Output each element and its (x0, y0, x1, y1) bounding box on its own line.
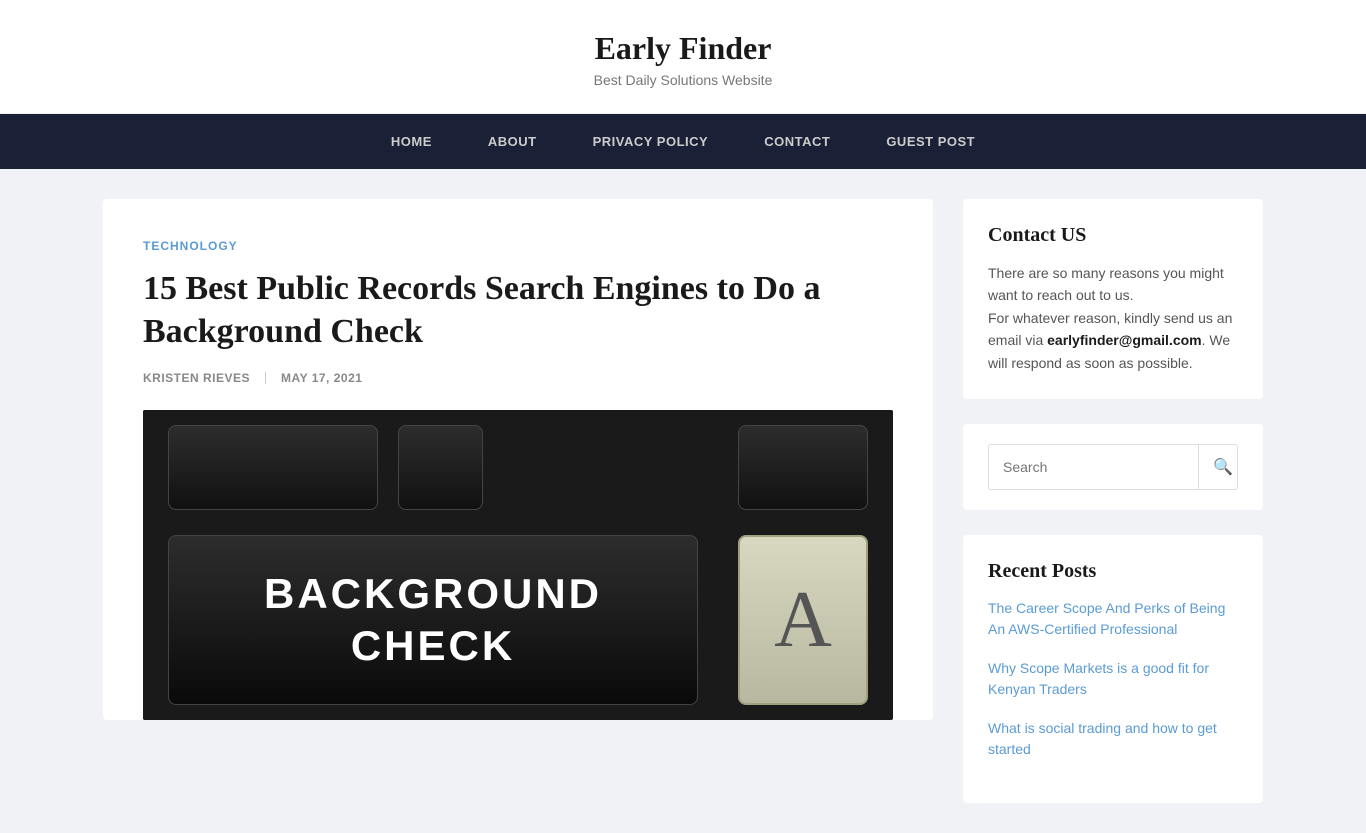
contact-widget: Contact US There are so many reasons you… (963, 199, 1263, 399)
search-button[interactable]: 🔍 (1198, 445, 1238, 489)
post-date: MAY 17, 2021 (281, 371, 362, 385)
post-title: 15 Best Public Records Search Engines to… (143, 268, 893, 353)
search-icon: 🔍 (1213, 459, 1233, 476)
recent-post-item-2: Why Scope Markets is a good fit for Keny… (988, 658, 1238, 700)
sidebar: Contact US There are so many reasons you… (963, 199, 1263, 803)
nav-about[interactable]: ABOUT (460, 114, 565, 169)
search-widget: 🔍 (963, 424, 1263, 510)
nav-home[interactable]: HOME (363, 114, 460, 169)
recent-post-item-1: The Career Scope And Perks of Being An A… (988, 598, 1238, 640)
post-category: TECHNOLOGY (143, 239, 893, 253)
site-header: Early Finder Best Daily Solutions Websit… (0, 0, 1366, 114)
post-author: KRISTEN RIEVES (143, 371, 250, 385)
recent-post-link-2[interactable]: Why Scope Markets is a good fit for Keny… (988, 660, 1209, 697)
featured-image: BACKGROUND CHECK A (143, 410, 893, 720)
recent-posts-widget: Recent Posts The Career Scope And Perks … (963, 535, 1263, 803)
search-box: 🔍 (988, 444, 1238, 490)
meta-divider (265, 372, 266, 384)
recent-post-item-3: What is social trading and how to get st… (988, 718, 1238, 760)
contact-text: There are so many reasons you might want… (988, 262, 1238, 374)
main-content: TECHNOLOGY 15 Best Public Records Search… (103, 199, 933, 720)
post-meta: KRISTEN RIEVES MAY 17, 2021 (143, 371, 893, 385)
search-input[interactable] (989, 447, 1198, 487)
recent-posts-title: Recent Posts (988, 560, 1238, 583)
recent-post-link-3[interactable]: What is social trading and how to get st… (988, 720, 1217, 757)
site-subtitle: Best Daily Solutions Website (20, 72, 1346, 88)
main-nav: HOME ABOUT PRIVACY POLICY CONTACT GUEST … (0, 114, 1366, 169)
page-wrapper: TECHNOLOGY 15 Best Public Records Search… (83, 199, 1283, 803)
image-key-letter: A (774, 575, 832, 666)
nav-contact[interactable]: CONTACT (736, 114, 858, 169)
image-text-line1: BACKGROUND (264, 570, 602, 618)
site-title: Early Finder (20, 30, 1346, 67)
contact-widget-title: Contact US (988, 224, 1238, 247)
nav-privacy-policy[interactable]: PRIVACY POLICY (565, 114, 737, 169)
image-text-line2: CHECK (351, 622, 515, 670)
nav-guest-post[interactable]: GUEST POST (858, 114, 1003, 169)
recent-post-link-1[interactable]: The Career Scope And Perks of Being An A… (988, 600, 1225, 637)
contact-email: earlyfinder@gmail.com (1047, 332, 1201, 348)
